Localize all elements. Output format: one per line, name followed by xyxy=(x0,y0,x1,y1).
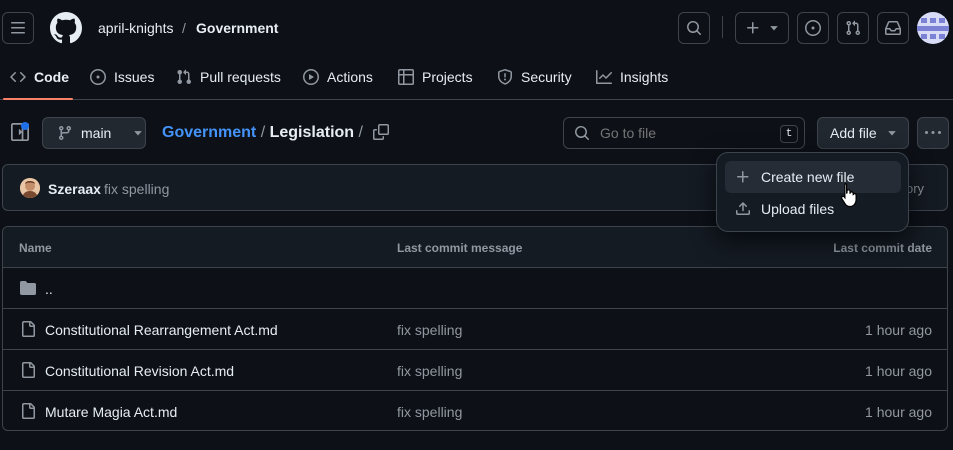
table-row[interactable]: Constitutional Rearrangement Act.md fix … xyxy=(3,309,947,350)
folder-icon xyxy=(20,281,36,295)
plus-icon xyxy=(737,171,749,183)
file-name-link[interactable]: Mutare Magia Act.md xyxy=(45,404,177,420)
add-file-button[interactable]: Add file xyxy=(817,117,909,149)
github-logo-icon[interactable] xyxy=(50,12,82,44)
table-row[interactable]: Constitutional Revision Act.md fix spell… xyxy=(3,350,947,391)
tab-security[interactable]: Security xyxy=(497,66,572,88)
file-commit-date: 1 hour ago xyxy=(865,404,932,420)
file-commit-message[interactable]: fix spelling xyxy=(397,363,462,379)
parent-directory-row[interactable]: .. xyxy=(3,268,947,309)
selected-tab-indicator xyxy=(3,98,73,100)
tab-pull-requests-label: Pull requests xyxy=(200,69,281,85)
commit-message[interactable]: fix spelling xyxy=(104,181,169,197)
breadcrumb-repo[interactable]: Government xyxy=(196,20,278,36)
header-divider xyxy=(722,16,723,38)
expand-file-tree-button[interactable] xyxy=(6,118,34,146)
commit-author[interactable]: Szeraax xyxy=(48,181,101,197)
tab-insights-label: Insights xyxy=(620,69,669,85)
chevron-down-icon xyxy=(887,131,896,136)
column-header-name: Name xyxy=(19,241,52,255)
path-trailing-separator: / xyxy=(358,124,363,141)
inbox-icon xyxy=(885,21,901,35)
tab-projects-label: Projects xyxy=(422,69,473,85)
play-icon xyxy=(303,69,319,85)
tab-actions[interactable]: Actions xyxy=(303,66,373,88)
file-name-link[interactable]: Constitutional Revision Act.md xyxy=(45,363,234,379)
pull-requests-button[interactable] xyxy=(837,12,869,44)
file-commit-date: 1 hour ago xyxy=(865,322,932,338)
parent-directory-link[interactable]: .. xyxy=(45,281,53,297)
plus-icon xyxy=(747,22,759,34)
graph-icon xyxy=(596,70,612,84)
copy-icon xyxy=(373,124,389,140)
kebab-horizontal-icon xyxy=(925,131,941,134)
hand-cursor-icon xyxy=(840,182,857,208)
file-icon xyxy=(22,362,35,378)
table-row[interactable]: Mutare Magia Act.md fix spelling 1 hour … xyxy=(3,391,947,430)
search-icon xyxy=(575,126,590,141)
issue-icon xyxy=(805,20,821,36)
pull-request-icon xyxy=(846,20,861,36)
inbox-button[interactable] xyxy=(877,12,909,44)
file-commit-date: 1 hour ago xyxy=(865,363,932,379)
user-avatar[interactable] xyxy=(917,12,949,44)
path-current: Legislation xyxy=(269,124,355,141)
chevron-down-icon xyxy=(770,26,778,31)
branch-select-button[interactable]: main xyxy=(42,117,146,149)
path-separator: / xyxy=(260,124,266,141)
table-icon xyxy=(398,69,414,85)
tab-insights[interactable]: Insights xyxy=(596,66,668,88)
keyboard-shortcut-hint: t xyxy=(780,125,798,143)
breadcrumb-separator: / xyxy=(182,20,186,36)
tab-security-label: Security xyxy=(521,69,572,85)
add-file-menu: Create new file Upload files xyxy=(716,152,909,232)
more-options-button[interactable] xyxy=(917,117,949,149)
repo-navigation: Code Issues Pull requests Actions Projec… xyxy=(0,56,953,100)
tab-pull-requests[interactable]: Pull requests xyxy=(176,66,281,88)
issue-icon xyxy=(90,69,106,85)
file-commit-message[interactable]: fix spelling xyxy=(397,404,462,420)
upload-files-label: Upload files xyxy=(761,201,835,217)
tab-issues-label: Issues xyxy=(114,69,155,85)
chevron-down-icon xyxy=(134,131,143,136)
breadcrumb-owner[interactable]: april-knights xyxy=(98,20,173,36)
pull-request-icon xyxy=(177,69,192,85)
path-root-link[interactable]: Government xyxy=(162,124,256,141)
issues-button[interactable] xyxy=(797,12,829,44)
tab-code[interactable]: Code xyxy=(10,66,69,88)
add-file-label: Add file xyxy=(830,125,877,141)
file-path-breadcrumb: Government / Legislation / xyxy=(162,124,363,142)
file-commit-message[interactable]: fix spelling xyxy=(397,322,462,338)
tab-issues[interactable]: Issues xyxy=(90,66,154,88)
notification-dot xyxy=(21,122,29,130)
upload-files-menu-item[interactable]: Upload files xyxy=(725,193,901,225)
create-new-button[interactable] xyxy=(735,12,789,44)
file-name-link[interactable]: Constitutional Rearrangement Act.md xyxy=(45,322,278,338)
git-branch-icon xyxy=(58,126,71,141)
search-button[interactable] xyxy=(678,12,710,44)
menu-button[interactable] xyxy=(2,12,34,44)
create-new-file-menu-item[interactable]: Create new file xyxy=(725,161,901,193)
shield-icon xyxy=(498,69,512,85)
commit-author-avatar[interactable] xyxy=(20,178,40,198)
search-icon xyxy=(687,21,702,36)
column-header-message: Last commit message xyxy=(397,241,523,255)
file-icon xyxy=(22,403,35,419)
global-header: april-knights / Government xyxy=(0,0,953,56)
branch-name: main xyxy=(81,125,112,141)
file-icon xyxy=(22,321,35,337)
go-to-file-search[interactable]: t xyxy=(563,117,805,149)
upload-icon xyxy=(736,202,750,215)
tab-actions-label: Actions xyxy=(327,69,373,85)
tab-projects[interactable]: Projects xyxy=(398,66,473,88)
hamburger-icon xyxy=(11,22,25,34)
column-header-date: Last commit date xyxy=(833,241,932,255)
code-icon xyxy=(10,71,26,83)
go-to-file-input[interactable] xyxy=(600,125,760,141)
file-table: Name Last commit message Last commit dat… xyxy=(2,226,948,431)
table-header: Name Last commit message Last commit dat… xyxy=(3,227,947,268)
tab-code-label: Code xyxy=(34,69,69,85)
copy-path-button[interactable] xyxy=(370,121,392,143)
